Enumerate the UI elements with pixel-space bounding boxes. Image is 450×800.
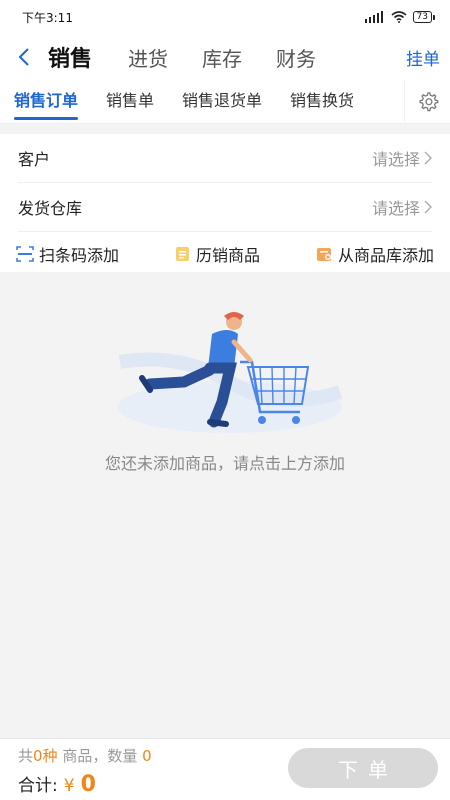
add-actions: 扫条码添加 历销商品 从商品库添加: [0, 232, 450, 276]
tab-purchase[interactable]: 进货: [128, 43, 168, 72]
battery-icon: 73: [412, 11, 436, 23]
subtab-sales-exchange[interactable]: 销售换货: [290, 80, 354, 123]
status-time: 下午3:11: [22, 10, 73, 25]
subtab-sales-order[interactable]: 销售订单: [14, 80, 79, 123]
product-library-label: 从商品库添加: [337, 245, 434, 265]
customer-label: 客户: [18, 150, 51, 169]
subtab-sales-return[interactable]: 销售退货单: [182, 80, 262, 123]
customer-row[interactable]: 客户 请选择: [18, 134, 432, 183]
warehouse-value: 请选择: [371, 199, 420, 218]
currency-symbol: ¥: [63, 776, 75, 796]
chevron-right-icon: [424, 151, 432, 165]
scan-barcode-button[interactable]: 扫条码添加: [16, 242, 119, 266]
total-amount: 0: [80, 772, 96, 797]
summary-mid: 商品，数量: [62, 747, 138, 765]
empty-message: 您还未添加商品，请点击上方添加: [104, 454, 345, 473]
status-icons: 73: [364, 11, 436, 23]
summary-prefix: 共: [18, 747, 34, 765]
warehouse-row[interactable]: 发货仓库 请选择: [18, 183, 432, 232]
scan-barcode-label: 扫条码添加: [39, 245, 120, 265]
tab-finance[interactable]: 财务: [276, 43, 316, 72]
sub-tabs: 销售订单 销售单 销售退货单 销售换货: [0, 80, 450, 124]
chevron-right-icon: [424, 200, 432, 214]
history-products-label: 历销商品: [195, 245, 260, 265]
gear-icon: [418, 92, 438, 112]
customer-select[interactable]: 请选择: [372, 146, 432, 170]
hang-order-button[interactable]: 挂单: [406, 45, 440, 70]
empty-state: 您还未添加商品，请点击上方添加: [0, 272, 450, 738]
bottom-bar: 共0种 商品，数量 0 合计: ¥ 0 下单: [0, 738, 450, 800]
tab-inventory[interactable]: 库存: [202, 43, 242, 72]
tab-sales[interactable]: 销售: [48, 41, 92, 73]
warehouse-select[interactable]: 请选择: [372, 195, 432, 219]
order-summary: 共0种 商品，数量 0: [18, 745, 152, 766]
barcode-icon: [16, 245, 34, 262]
status-bar: 下午3:11 73: [0, 0, 450, 34]
shopping-cart-illustration: [118, 312, 343, 433]
order-form: 客户 请选择 发货仓库 请选择: [0, 134, 450, 232]
top-nav: 销售 进货 库存 财务 挂单: [0, 34, 450, 80]
kinds-count: 0种: [33, 747, 58, 765]
quantity-count: 0: [142, 747, 152, 765]
settings-button[interactable]: [404, 80, 450, 123]
place-order-button[interactable]: 下单: [288, 748, 438, 788]
warehouse-label: 发货仓库: [18, 199, 83, 218]
customer-value: 请选择: [371, 150, 420, 169]
history-list-icon: [175, 246, 189, 261]
wifi-icon: [391, 11, 407, 23]
order-total: 合计: ¥ 0: [18, 771, 96, 797]
product-library-button[interactable]: 从商品库添加: [316, 242, 434, 266]
history-products-button[interactable]: 历销商品: [175, 242, 260, 266]
back-button[interactable]: [0, 34, 48, 80]
subtab-sales-bill[interactable]: 销售单: [106, 80, 154, 123]
total-label: 合计:: [18, 776, 58, 796]
signal-icon: [364, 11, 383, 23]
chevron-left-icon: [18, 48, 29, 66]
product-library-icon: [316, 247, 331, 261]
